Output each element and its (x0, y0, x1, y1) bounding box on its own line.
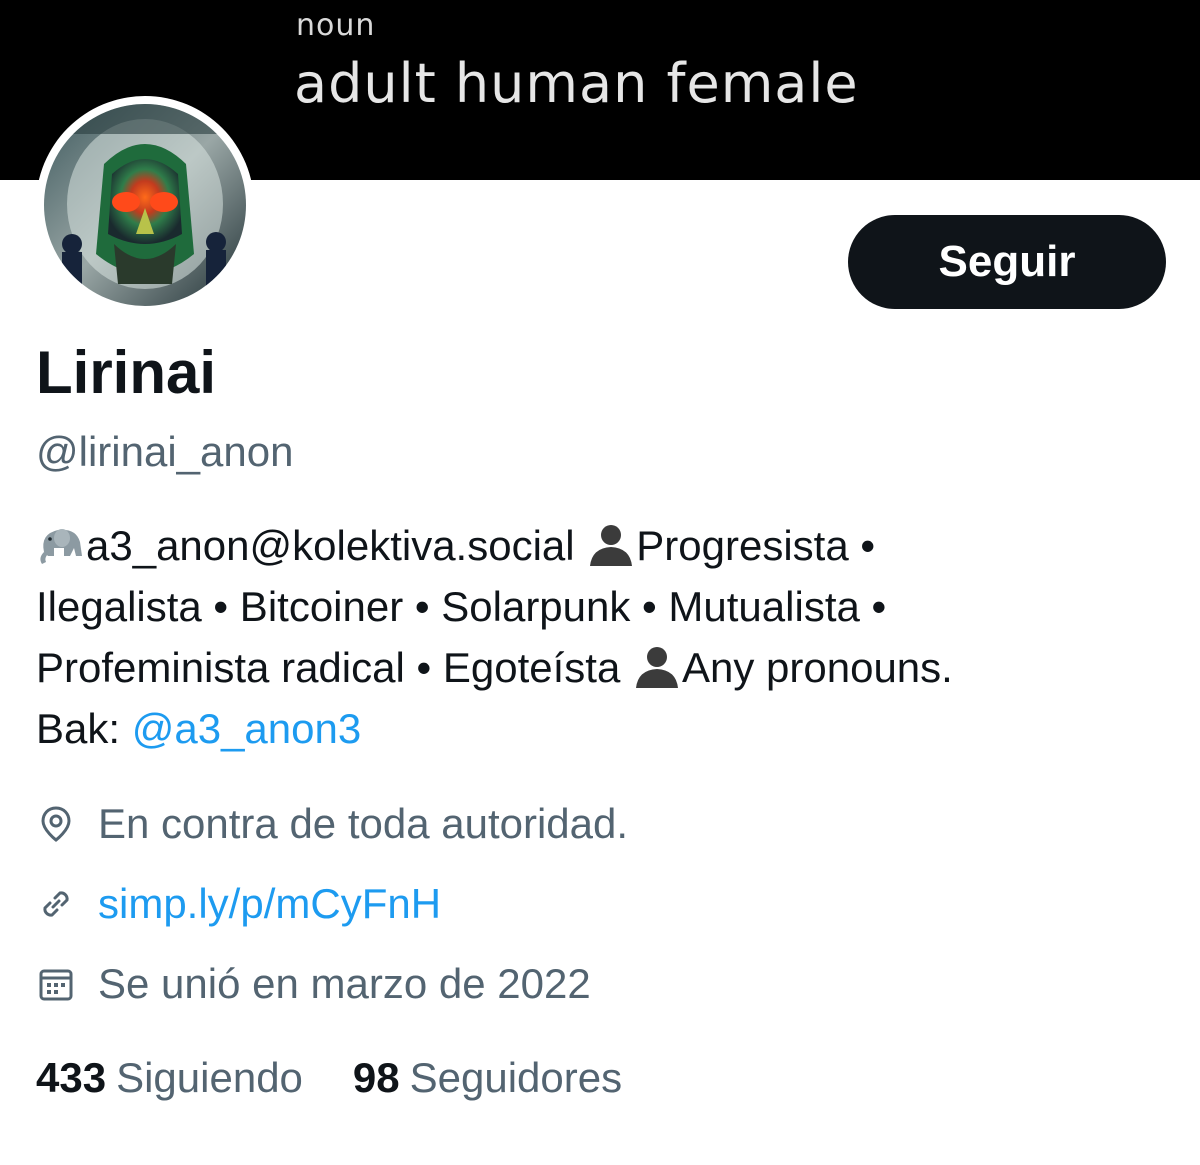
bio-line-2: Ilegalista • Bitcoiner • Solarpunk • Mut… (36, 583, 887, 630)
bio-line-3: Profeminista radical • Egoteísta Any pro… (36, 637, 1156, 698)
calendar-icon (36, 964, 76, 1004)
bio: a3_anon@kolektiva.social Progresista • I… (36, 515, 1156, 759)
display-name: Lirinai (36, 339, 217, 406)
banner-definition: adult human female (294, 52, 859, 115)
location-pin-icon (36, 804, 76, 844)
following-label: Siguiendo (116, 1054, 303, 1101)
follow-button[interactable]: Seguir (848, 215, 1166, 309)
location-row: En contra de toda autoridad. (36, 800, 628, 848)
followers-label: Seguidores (409, 1054, 623, 1101)
bio-line-1: a3_anon@kolektiva.social Progresista • (36, 515, 1156, 576)
banner-part-of-speech: noun (296, 8, 376, 43)
link-icon (36, 884, 76, 924)
bust-silhouette-emoji-icon (590, 525, 633, 566)
bio-profeminista: Profeminista radical • Egoteísta (36, 644, 632, 691)
following-count: 433 (36, 1054, 107, 1101)
avatar[interactable] (36, 96, 254, 314)
handle: @lirinai_anon (36, 428, 294, 475)
bio-pronouns: Any pronouns. (681, 644, 953, 691)
bust-silhouette-emoji-icon (635, 647, 678, 688)
avatar-image (44, 104, 246, 306)
followers-stat[interactable]: 98 Seguidores (353, 1054, 622, 1102)
joined-text: Se unió en marzo de 2022 (98, 960, 591, 1007)
followers-count: 98 (352, 1054, 400, 1101)
joined-row: Se unió en marzo de 2022 (36, 960, 591, 1008)
bio-line-4: Bak: @a3_anon3 (36, 698, 1156, 759)
website-link[interactable]: simp.ly/p/mCyFnH (98, 880, 441, 928)
bio-fediverse-handle: a3_anon@kolektiva.social (86, 522, 587, 569)
bio-bak-label: Bak: (36, 705, 132, 752)
follow-stats: 433 Siguiendo 98 Seguidores (36, 1054, 672, 1102)
bio-progresista: Progresista • (636, 522, 876, 569)
elephant-emoji-icon (40, 529, 82, 564)
website-row: simp.ly/p/mCyFnH (36, 880, 441, 928)
bio-mention-link[interactable]: @a3_anon3 (132, 705, 362, 752)
following-stat[interactable]: 433 Siguiendo (36, 1054, 303, 1102)
profile-page: noun adult human female Seguir Lirinai @… (0, 0, 1200, 1165)
location-text: En contra de toda autoridad. (98, 800, 629, 847)
